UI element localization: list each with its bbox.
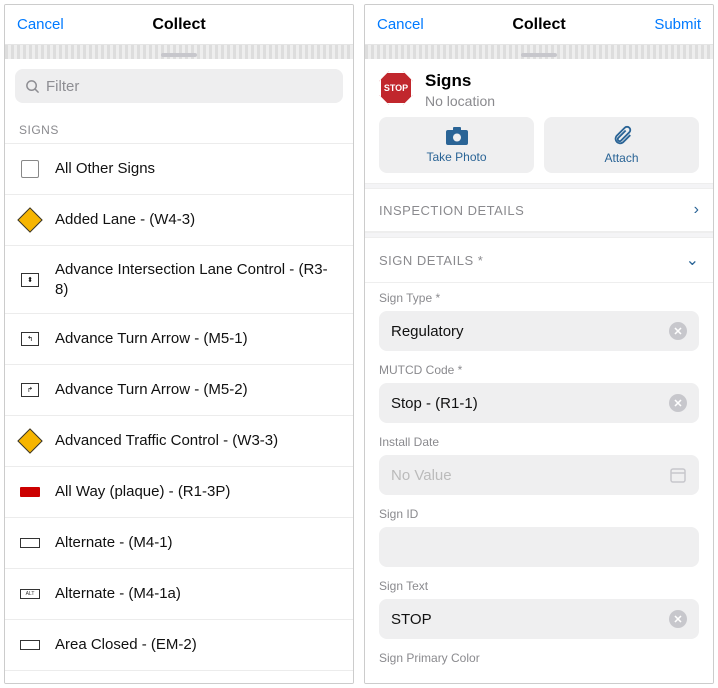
clear-icon[interactable]: ✕: [669, 394, 687, 412]
sign-id-input[interactable]: [379, 527, 699, 567]
filter-input[interactable]: Filter: [15, 69, 343, 103]
cancel-button[interactable]: Cancel: [17, 16, 64, 33]
take-photo-button[interactable]: Take Photo: [379, 117, 534, 173]
lane-control-icon: ⬍: [21, 273, 39, 287]
attach-label: Attach: [604, 151, 638, 165]
sign-details-section[interactable]: SIGN DETAILS * ⌄: [365, 238, 713, 283]
sign-row-label: Added Lane - (W4-3): [55, 210, 195, 230]
install-date-value: No Value: [391, 467, 452, 484]
sign-row[interactable]: Advanced Traffic Control - (W3-3): [5, 415, 353, 466]
plaque-white-icon: [20, 538, 40, 548]
sign-row-label: Advance Turn Arrow - (M5-1): [55, 329, 248, 349]
plaque-red-icon: [20, 487, 40, 497]
sign-row[interactable]: All Way (plaque) - (R1-3P): [5, 466, 353, 517]
submit-button[interactable]: Submit: [654, 16, 701, 33]
clear-icon[interactable]: ✕: [669, 610, 687, 628]
sign-id-label: Sign ID: [379, 507, 699, 521]
feature-title: Signs: [425, 71, 495, 91]
feature-header: STOP Signs No location: [365, 59, 713, 117]
sign-row[interactable]: ⬍ Advance Intersection Lane Control - (R…: [5, 245, 353, 313]
attach-button[interactable]: Attach: [544, 117, 699, 173]
calendar-icon: [669, 466, 687, 484]
mutcd-input[interactable]: Stop - (R1-1) ✕: [379, 383, 699, 423]
sign-color-label: Sign Primary Color: [379, 651, 699, 665]
warning-diamond-icon: [17, 207, 42, 232]
warning-diamond-icon: [17, 428, 42, 453]
sign-row-label: Alternate - (M4-1): [55, 533, 173, 553]
clear-icon[interactable]: ✕: [669, 322, 687, 340]
feature-location: No location: [425, 93, 495, 109]
screen-title: Collect: [512, 16, 565, 34]
mutcd-label: MUTCD Code *: [379, 363, 699, 377]
sign-text-label: Sign Text: [379, 579, 699, 593]
sign-row[interactable]: ↰ Advance Turn Arrow - (M5-1): [5, 313, 353, 364]
search-icon: [25, 79, 40, 94]
sign-row-label: Advance Intersection Lane Control - (R3-…: [55, 260, 339, 299]
sign-text-value: STOP: [391, 611, 432, 628]
sign-checkbox-icon: [21, 160, 39, 178]
sheet-grabber[interactable]: [521, 53, 557, 57]
inspection-section-title: INSPECTION DETAILS: [379, 203, 524, 218]
right-panel: Cancel Collect Submit STOP Signs No loca…: [364, 4, 714, 684]
sheet-grabber[interactable]: [161, 53, 197, 57]
sign-row-label: Alternate - (M4-1a): [55, 584, 181, 604]
sign-row-label: Area Closed - (EM-2): [55, 635, 197, 655]
cancel-button[interactable]: Cancel: [377, 16, 424, 33]
camera-icon: [445, 126, 469, 146]
sign-row[interactable]: Added Lane - (W4-3): [5, 194, 353, 245]
chevron-right-icon: ›: [694, 201, 699, 219]
mutcd-value: Stop - (R1-1): [391, 395, 478, 412]
filter-placeholder: Filter: [46, 78, 79, 95]
left-panel: Cancel Collect Filter SIGNS All Other Si…: [4, 4, 354, 684]
screen-title: Collect: [152, 16, 205, 34]
sign-section-title: SIGN DETAILS *: [379, 253, 483, 268]
install-date-input[interactable]: No Value: [379, 455, 699, 495]
sign-row[interactable]: All Other Signs: [5, 143, 353, 194]
sheet-texture: [365, 45, 713, 59]
install-date-label: Install Date: [379, 435, 699, 449]
content-right: STOP Signs No location Take Photo Attach…: [365, 59, 713, 683]
sign-row-label: Advance Turn Arrow - (M5-2): [55, 380, 248, 400]
sign-row[interactable]: ALT Alternate - (M4-1a): [5, 568, 353, 619]
sign-text-input[interactable]: STOP ✕: [379, 599, 699, 639]
content-left: Filter SIGNS All Other Signs Added Lane …: [5, 59, 353, 683]
navbar-right: Cancel Collect Submit: [365, 5, 713, 45]
turn-arrow-icon: ↱: [21, 383, 39, 397]
sign-row[interactable]: Alternate - (M4-1): [5, 517, 353, 568]
sign-row[interactable]: Area Closed - (EM-2): [5, 619, 353, 671]
navbar-left: Cancel Collect: [5, 5, 353, 45]
sign-type-label: Sign Type *: [379, 291, 699, 305]
sign-type-value: Regulatory: [391, 323, 464, 340]
section-label-signs: SIGNS: [5, 109, 353, 143]
take-photo-label: Take Photo: [426, 150, 486, 164]
sign-row[interactable]: ↱ Advance Turn Arrow - (M5-2): [5, 364, 353, 415]
sheet-texture: [5, 45, 353, 59]
area-closed-icon: [20, 640, 40, 650]
plaque-alt-icon: ALT: [20, 589, 40, 599]
chevron-down-icon: ⌄: [686, 250, 699, 270]
paperclip-icon: [611, 125, 633, 147]
sign-type-input[interactable]: Regulatory ✕: [379, 311, 699, 351]
inspection-details-section[interactable]: INSPECTION DETAILS ›: [365, 189, 713, 232]
stop-sign-icon: STOP: [379, 71, 413, 105]
sign-row-label: Advanced Traffic Control - (W3-3): [55, 431, 278, 451]
turn-arrow-icon: ↰: [21, 332, 39, 346]
sign-row-label: All Other Signs: [55, 159, 155, 179]
sign-row-label: All Way (plaque) - (R1-3P): [55, 482, 230, 502]
